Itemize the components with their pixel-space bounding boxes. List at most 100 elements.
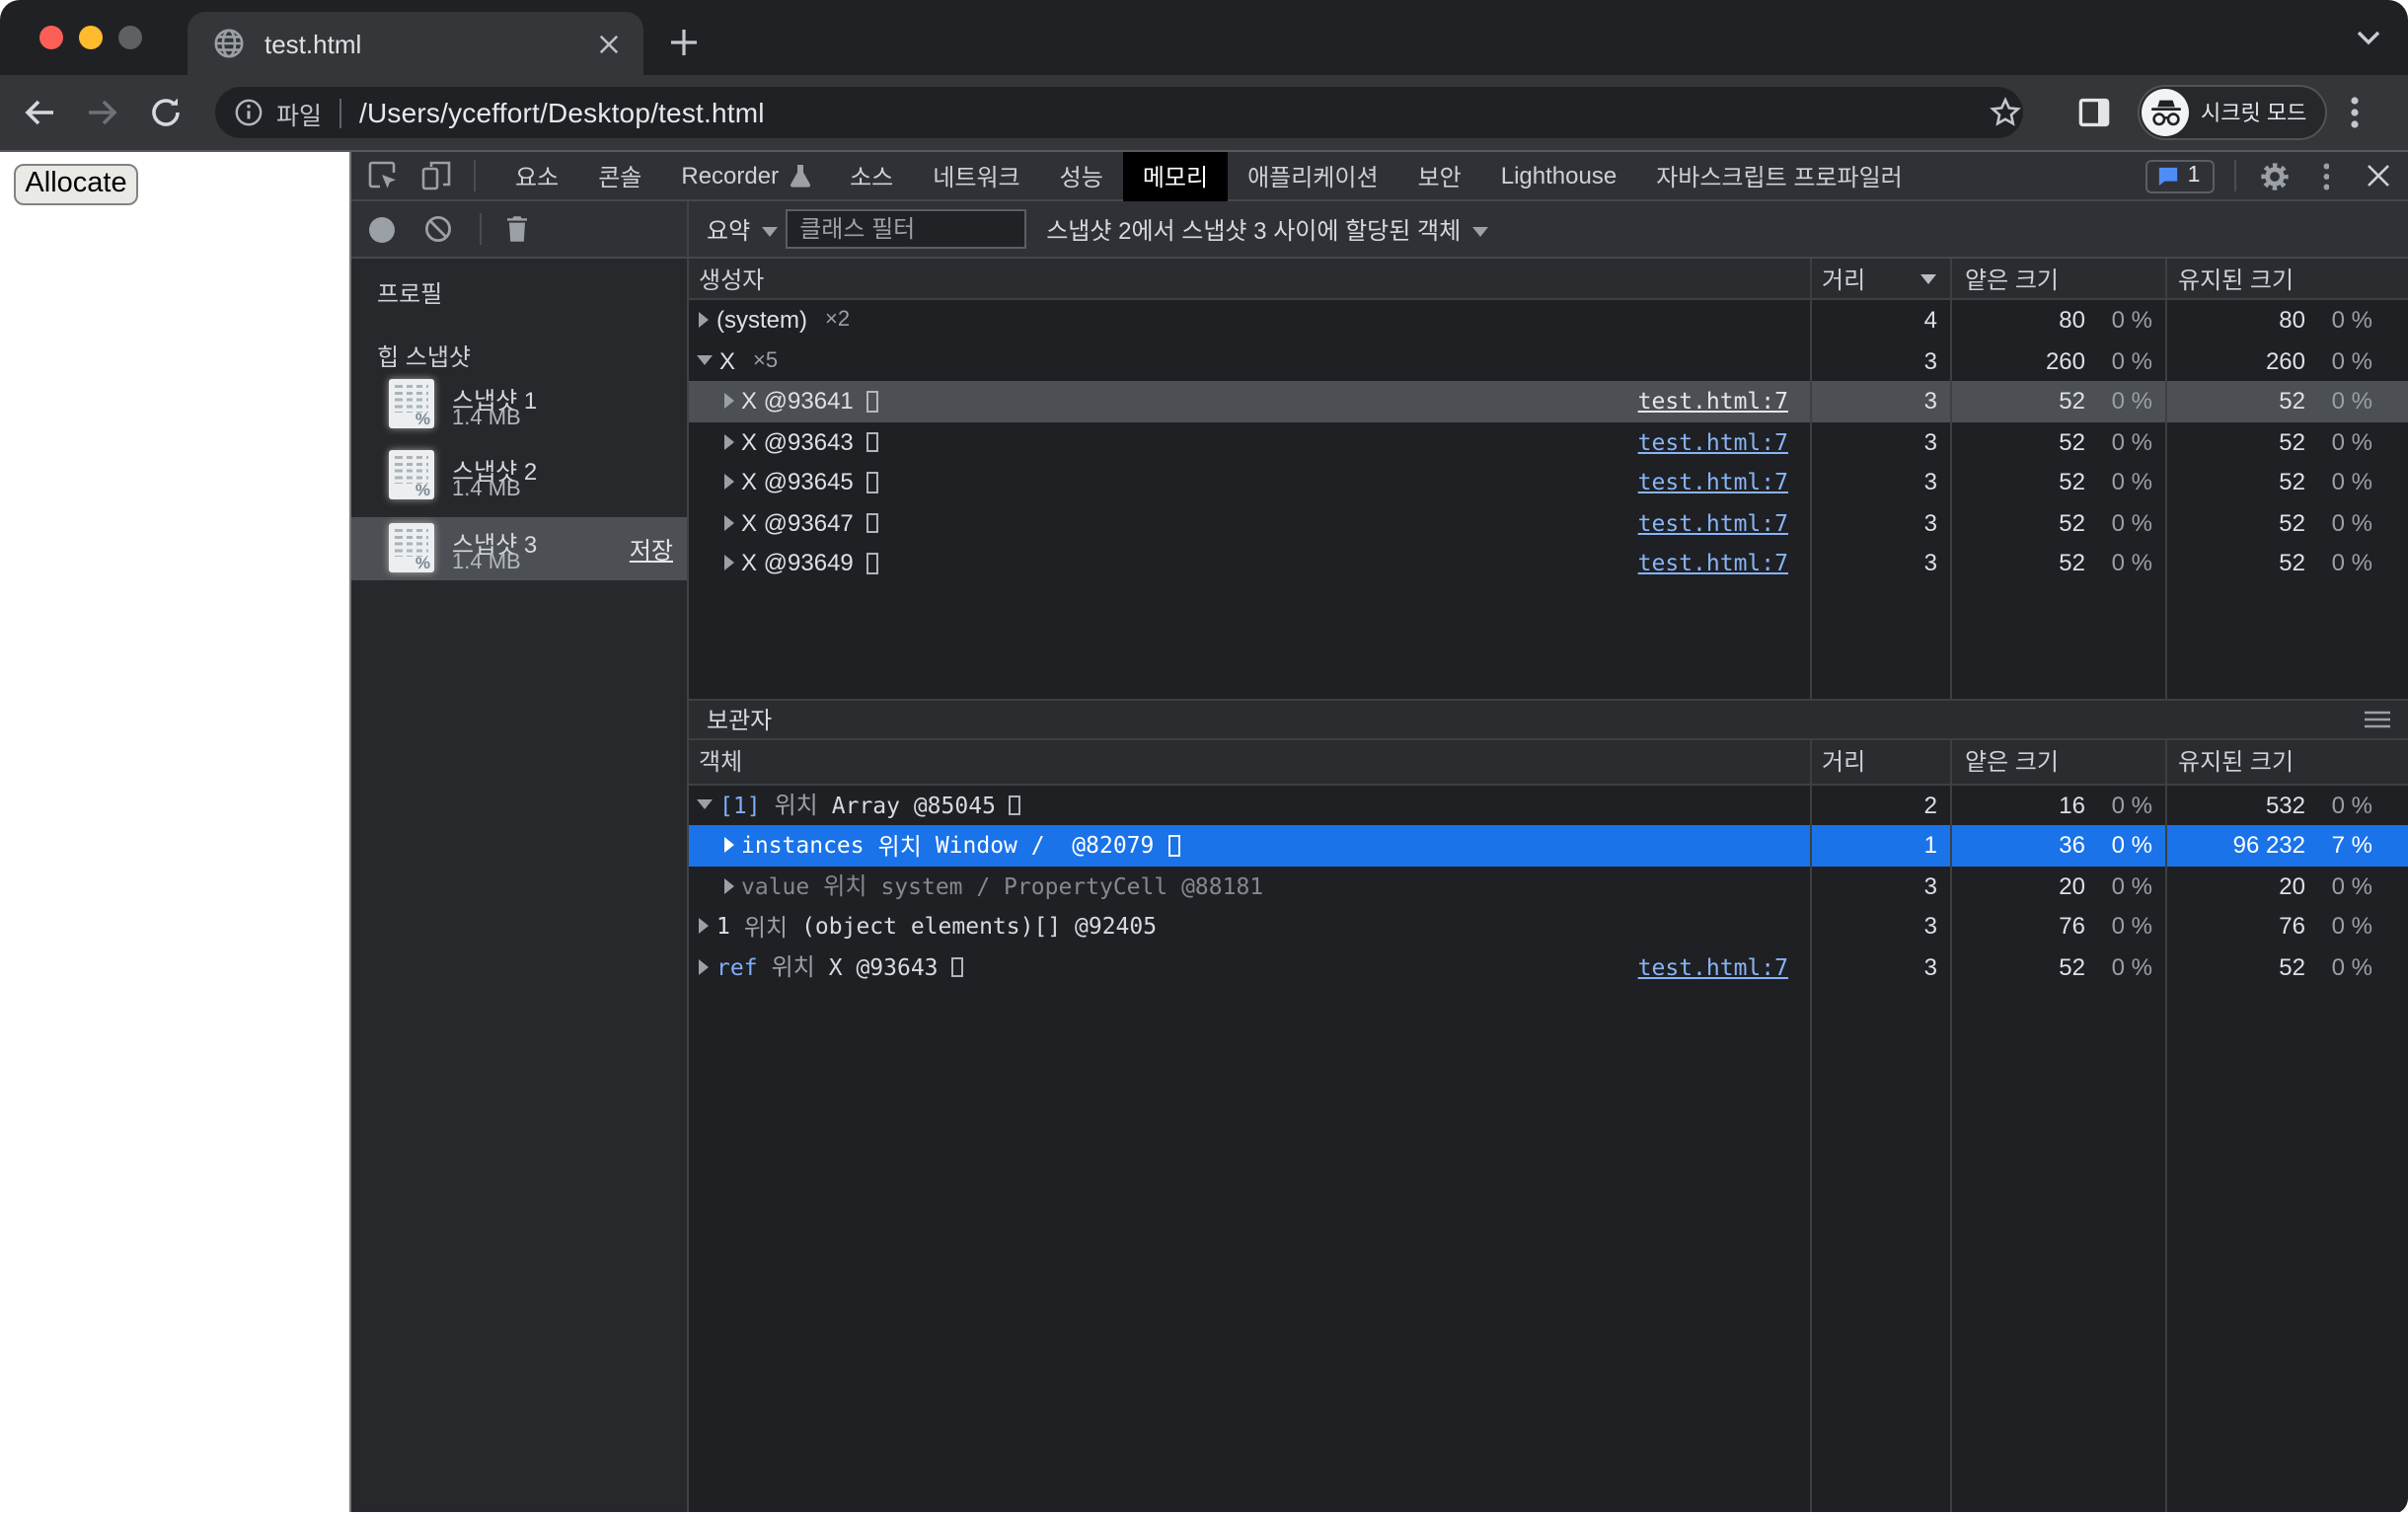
settings-gear-icon[interactable] — [2259, 161, 2289, 190]
devtools-tab-label: 성능 — [1060, 159, 1103, 192]
collapsed-triangle-icon[interactable] — [723, 475, 733, 491]
cell-retained-size: 800 % — [2166, 300, 2408, 341]
snapshot-list: %스냅샷 11.4 MB %스냅샷 21.4 MB %스냅샷 31.4 MB저장 — [351, 372, 687, 579]
column-header-object[interactable]: 객체 — [689, 740, 1812, 783]
column-header-shallow-size[interactable]: 얕은 크기 — [1951, 259, 2166, 298]
column-header-constructor[interactable]: 생성자 — [689, 259, 1812, 298]
devtools-tab-11[interactable]: 자바스크립트 프로파일러 — [1636, 151, 1922, 200]
property-name: 1 — [716, 913, 730, 941]
cell-retained-size: 520 % — [2166, 462, 2408, 502]
shallow-size-percent: 0 % — [2085, 347, 2164, 375]
tab-close-icon[interactable] — [598, 33, 620, 54]
devtools-menu-icon[interactable] — [2322, 161, 2329, 190]
inspect-element-icon[interactable] — [367, 160, 399, 191]
snapshot-item-2[interactable]: %스냅샷 21.4 MB — [351, 444, 687, 507]
devtools-tab-4[interactable]: 소스 — [830, 151, 913, 200]
bookmark-star-icon[interactable] — [1990, 97, 2021, 128]
perspective-select[interactable]: 요약 — [707, 212, 778, 246]
allocate-button[interactable]: Allocate — [14, 164, 138, 205]
snapshot-save-link[interactable]: 저장 — [630, 532, 673, 566]
collapsed-triangle-icon[interactable] — [699, 959, 709, 975]
collapsed-triangle-icon[interactable] — [699, 313, 709, 329]
constructor-row[interactable]: X @93643test.html:73520 %520 % — [689, 421, 2408, 462]
forward-button[interactable] — [85, 95, 120, 130]
constructor-row[interactable]: (system)×24800 %800 % — [689, 300, 2408, 341]
collapsed-triangle-icon[interactable] — [723, 838, 733, 854]
console-message-badge[interactable]: 1 — [2145, 159, 2214, 192]
retainers-menu-icon[interactable] — [2365, 711, 2390, 728]
constructor-row[interactable]: X×532600 %2600 % — [689, 341, 2408, 381]
incognito-profile-chip[interactable]: 시크릿 모드 — [2138, 85, 2326, 140]
source-link[interactable]: test.html:7 — [1638, 428, 1810, 456]
sort-desc-icon — [1919, 274, 1935, 284]
collapsed-triangle-icon[interactable] — [723, 434, 733, 450]
collapsed-triangle-icon[interactable] — [723, 515, 733, 531]
devtools-tab-6[interactable]: 성능 — [1040, 151, 1123, 200]
record-heap-icon[interactable] — [369, 216, 395, 242]
devtools-tab-9[interactable]: 보안 — [1398, 151, 1481, 200]
browser-menu-icon[interactable] — [2350, 97, 2358, 128]
devtools-tab-10[interactable]: Lighthouse — [1481, 151, 1636, 200]
retainers-rows: [1]위치Array @850452160 %5320 %instances위치… — [689, 785, 2408, 987]
new-tab-button[interactable] — [669, 28, 699, 57]
retainer-row[interactable]: 1위치(object elements)[] @924053760 %760 % — [689, 906, 2408, 946]
browser-tab[interactable]: test.html — [188, 12, 643, 75]
devtools-close-icon[interactable] — [2367, 164, 2390, 188]
cell-distance: 4 — [1812, 300, 1951, 341]
expanded-triangle-icon[interactable] — [697, 356, 713, 366]
snapshot-item-1[interactable]: %스냅샷 11.4 MB — [351, 372, 687, 435]
tab-overflow-chevron-icon[interactable] — [2357, 30, 2380, 45]
retained-size-percent: 0 % — [2305, 550, 2408, 577]
expanded-triangle-icon[interactable] — [697, 800, 713, 810]
reload-button[interactable] — [148, 95, 184, 130]
retainer-row[interactable]: value위치system / PropertyCell @881813200 … — [689, 866, 2408, 906]
zoom-window-button[interactable] — [118, 26, 142, 49]
close-window-button[interactable] — [39, 26, 63, 49]
url-scheme-chip: 파일 — [276, 94, 322, 131]
retainer-row[interactable]: instances위치Window / @820791360 %96 2327 … — [689, 825, 2408, 866]
page-info-icon[interactable] — [235, 99, 263, 126]
retained-size-percent: 0 % — [2305, 388, 2408, 416]
retained-size-percent: 0 % — [2305, 347, 2408, 375]
devtools-tab-5[interactable]: 네트워크 — [913, 151, 1039, 200]
column-header-retained-size[interactable]: 유지된 크기 — [2166, 740, 2408, 783]
class-filter-input[interactable] — [786, 209, 1026, 249]
allocation-filter-select[interactable]: 스냅샷 2에서 스냅샷 3 사이에 할당된 객체 — [1046, 212, 1488, 246]
collapsed-triangle-icon[interactable] — [723, 878, 733, 894]
device-toolbar-icon[interactable] — [420, 160, 452, 191]
column-header-retained-size[interactable]: 유지된 크기 — [2166, 259, 2408, 298]
collapsed-triangle-icon[interactable] — [723, 556, 733, 571]
column-header-distance[interactable]: 거리 — [1812, 740, 1951, 783]
url-text[interactable]: /Users/yceffort/Desktop/test.html — [359, 97, 765, 128]
source-link[interactable]: test.html:7 — [1638, 550, 1810, 577]
column-header-shallow-size[interactable]: 얕은 크기 — [1951, 740, 2166, 783]
collapsed-triangle-icon[interactable] — [723, 394, 733, 410]
retainer-row[interactable]: ref위치X @93643test.html:73520 %520 % — [689, 946, 2408, 987]
constructor-row[interactable]: X @93641test.html:73520 %520 % — [689, 381, 2408, 421]
devtools-tab-label: 애플리케이션 — [1247, 159, 1379, 192]
snapshot-item-3[interactable]: %스냅샷 31.4 MB저장 — [351, 516, 687, 579]
source-link[interactable]: test.html:7 — [1638, 509, 1810, 537]
source-link[interactable]: test.html:7 — [1638, 388, 1810, 416]
constructor-row[interactable]: X @93647test.html:73520 %520 % — [689, 502, 2408, 543]
delete-profile-icon[interactable] — [505, 215, 529, 243]
constructor-row[interactable]: X @93645test.html:73520 %520 % — [689, 462, 2408, 502]
constructor-row[interactable]: X @93649test.html:73520 %520 % — [689, 543, 2408, 583]
devtools-tab-2[interactable]: 콘솔 — [578, 151, 661, 200]
minimize-window-button[interactable] — [79, 26, 103, 49]
retained-size-value: 20 — [2166, 872, 2305, 900]
devtools-tab-8[interactable]: 애플리케이션 — [1228, 151, 1398, 200]
source-link[interactable]: test.html:7 — [1638, 953, 1810, 981]
devtools-tab-1[interactable]: 요소 — [495, 151, 578, 200]
retainer-row[interactable]: [1]위치Array @850452160 %5320 % — [689, 785, 2408, 825]
address-bar[interactable]: 파일 /Users/yceffort/Desktop/test.html — [215, 87, 2023, 138]
back-button[interactable] — [22, 95, 57, 130]
constructor-name: X @93647 — [741, 509, 854, 537]
collapsed-triangle-icon[interactable] — [699, 919, 709, 935]
source-link[interactable]: test.html:7 — [1638, 469, 1810, 496]
side-panel-icon[interactable] — [2078, 97, 2110, 128]
column-header-distance[interactable]: 거리 — [1812, 259, 1951, 298]
clear-profiles-icon[interactable] — [424, 215, 452, 243]
devtools-tab-7[interactable]: 메모리 — [1123, 151, 1228, 200]
devtools-tab-3[interactable]: Recorder — [661, 151, 830, 200]
